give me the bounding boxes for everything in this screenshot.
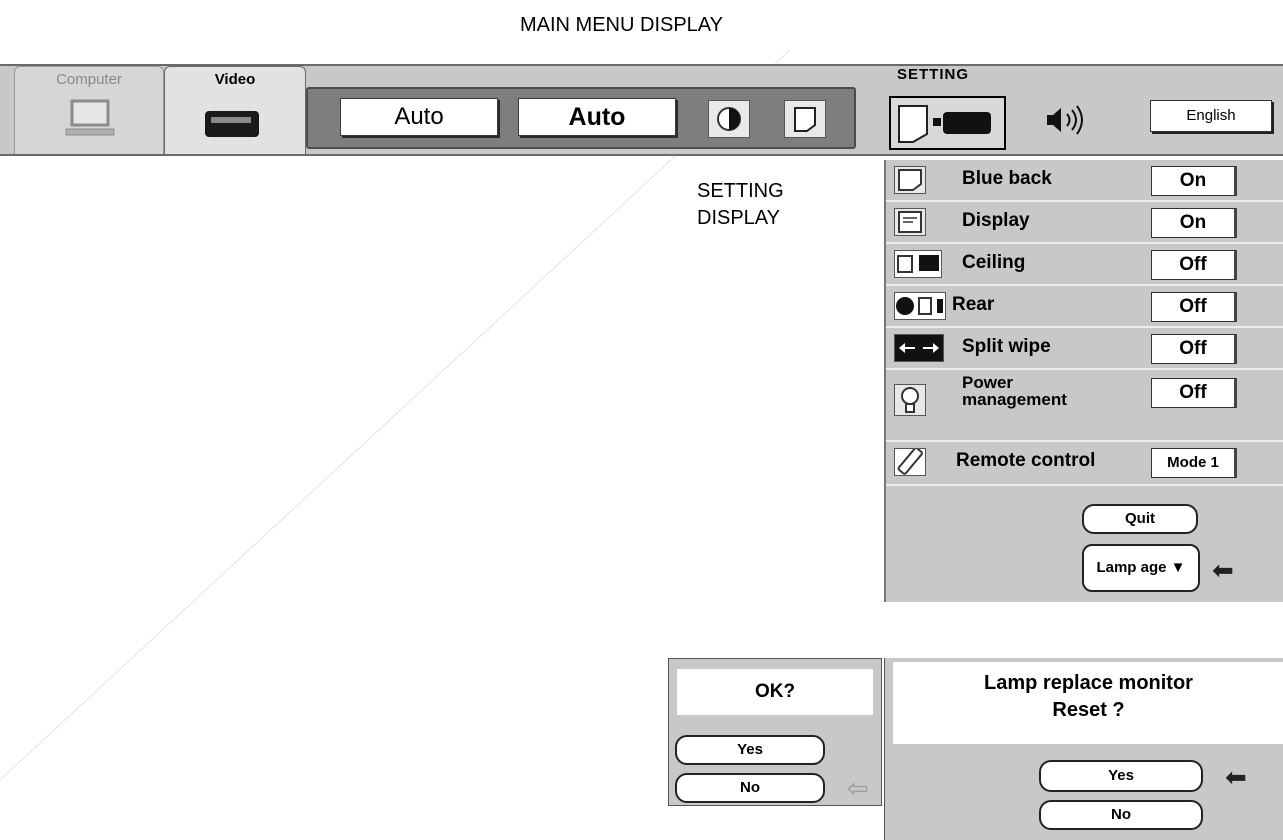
setting-row-remote-control[interactable]: Remote control Mode 1 bbox=[886, 442, 1283, 486]
lamp-reset-title-box: Lamp replace monitor Reset ? bbox=[893, 662, 1283, 744]
auto-button-2[interactable]: Auto bbox=[518, 98, 676, 136]
reset-yes-button-label: Yes bbox=[1108, 767, 1134, 784]
quit-button-label: Quit bbox=[1125, 510, 1155, 527]
tab-computer-label: Computer bbox=[56, 71, 122, 88]
lamp-reset-title-line2: Reset ? bbox=[1052, 699, 1125, 721]
speaker-volume-icon[interactable] bbox=[1043, 104, 1087, 136]
language-button-label: English bbox=[1186, 107, 1236, 124]
ok-yes-button-label: Yes bbox=[737, 741, 763, 758]
setting-row-ceiling[interactable]: Ceiling Off bbox=[886, 244, 1283, 286]
ok-dialog-title-box: OK? bbox=[677, 669, 873, 715]
setting-row-display[interactable]: Display On bbox=[886, 202, 1283, 244]
rear-icon bbox=[894, 292, 946, 320]
setting-row-split-wipe[interactable]: Split wipe Off bbox=[886, 328, 1283, 370]
lamp-age-button[interactable]: Lamp age ▼ bbox=[1082, 544, 1200, 592]
setting-value[interactable]: Off bbox=[1151, 334, 1237, 364]
setting-value[interactable]: Off bbox=[1151, 292, 1237, 322]
setting-label-line1: Power bbox=[962, 373, 1014, 392]
setting-value[interactable]: Off bbox=[1151, 378, 1237, 408]
reset-no-button-label: No bbox=[1111, 806, 1131, 823]
lamp-reset-title-line1: Lamp replace monitor bbox=[984, 672, 1193, 694]
blue-back-icon bbox=[894, 166, 926, 194]
display-icon bbox=[894, 208, 926, 236]
computer-icon bbox=[65, 99, 115, 136]
setting-row-power-management[interactable]: Power management Off bbox=[886, 370, 1283, 442]
ok-dialog: OK? Yes No ⇦ bbox=[668, 658, 882, 806]
screen-projector-icon bbox=[898, 105, 991, 143]
pointer-arrow-icon: ⇦ bbox=[847, 773, 869, 803]
auto-button-2-label: Auto bbox=[568, 103, 626, 131]
split-wipe-icon bbox=[894, 334, 944, 362]
reset-yes-button[interactable]: Yes bbox=[1039, 760, 1203, 792]
setting-value[interactable]: Mode 1 bbox=[1151, 448, 1237, 478]
lamp-reset-dialog: Lamp replace monitor Reset ? Yes ⬅ No bbox=[884, 658, 1283, 840]
setting-row-blue-back[interactable]: Blue back On bbox=[886, 160, 1283, 202]
power-management-icon bbox=[894, 384, 926, 416]
ok-no-button[interactable]: No bbox=[675, 773, 825, 803]
setting-row-rear[interactable]: Rear Off bbox=[886, 286, 1283, 328]
half-circle-icon bbox=[717, 107, 741, 131]
tab-video-label: Video bbox=[214, 71, 256, 88]
remote-control-icon bbox=[894, 447, 926, 476]
setting-label: Split wipe bbox=[962, 336, 1051, 357]
setting-label: Ceiling bbox=[962, 252, 1026, 273]
lamp-age-button-label: Lamp age bbox=[1096, 559, 1167, 576]
setting-label: Blue back bbox=[962, 168, 1052, 189]
setting-value[interactable]: On bbox=[1151, 208, 1237, 238]
language-button[interactable]: English bbox=[1150, 100, 1272, 132]
quit-button[interactable]: Quit bbox=[1082, 504, 1198, 534]
setting-label: Rear bbox=[952, 294, 995, 315]
auto-button-1-label: Auto bbox=[394, 103, 444, 130]
pointer-arrow-icon: ⬅ bbox=[1225, 762, 1247, 792]
auto-button-1[interactable]: Auto bbox=[340, 98, 498, 136]
dropdown-arrow-icon: ▼ bbox=[1170, 559, 1186, 576]
pointer-arrow-icon: ⬅ bbox=[1212, 555, 1234, 585]
setting-tab-title: SETTING bbox=[897, 66, 970, 83]
ok-yes-button[interactable]: Yes bbox=[675, 735, 825, 765]
setting-tab[interactable] bbox=[889, 96, 1006, 150]
reset-no-button[interactable]: No bbox=[1039, 800, 1203, 830]
setting-label: Display bbox=[962, 210, 1030, 231]
screen-icon-button[interactable] bbox=[784, 100, 826, 138]
vcr-icon bbox=[205, 111, 259, 137]
ok-dialog-title: OK? bbox=[754, 681, 796, 702]
setting-value[interactable]: Off bbox=[1151, 250, 1237, 280]
picture-mode-icon-button[interactable] bbox=[708, 100, 750, 138]
setting-panel: Blue back On Display On Ceiling Off Rear… bbox=[884, 160, 1283, 602]
setting-value[interactable]: On bbox=[1151, 166, 1237, 196]
setting-label: Remote control bbox=[956, 450, 1096, 471]
ceiling-icon bbox=[894, 250, 942, 278]
tab-video[interactable]: Video bbox=[164, 66, 306, 154]
tab-computer[interactable]: Computer bbox=[14, 66, 164, 154]
setting-label-line2: management bbox=[962, 390, 1067, 409]
screen-icon bbox=[794, 107, 816, 132]
ok-no-button-label: No bbox=[740, 779, 760, 796]
